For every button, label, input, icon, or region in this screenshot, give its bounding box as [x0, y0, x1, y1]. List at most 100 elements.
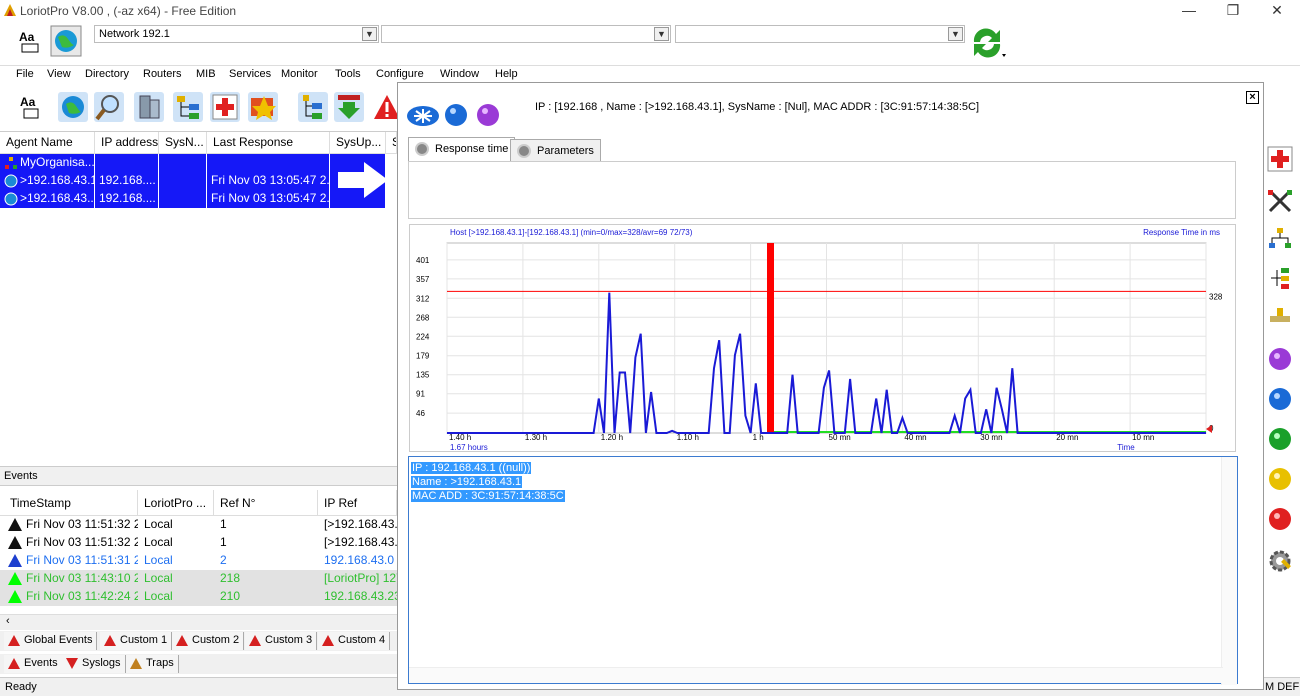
- main-toolbar: Aa: [0, 84, 400, 130]
- x-tick-label: 30 mn: [980, 433, 1002, 442]
- col-sysuptime[interactable]: SysUp...: [330, 132, 386, 154]
- tools-cross-icon[interactable]: [1267, 188, 1293, 214]
- col-ref-number[interactable]: Ref N°: [214, 490, 318, 516]
- menu-window[interactable]: Window: [440, 68, 479, 80]
- tab-panel: [408, 161, 1236, 219]
- menu-mib[interactable]: MIB: [196, 68, 216, 80]
- gear-icon[interactable]: [1267, 548, 1293, 574]
- table-row[interactable]: Fri Nov 03 11:51:32 2... Local 1 [>192.168.…: [0, 534, 397, 552]
- magnifier-icon[interactable]: [94, 92, 124, 122]
- agent-ip-cell: [95, 154, 159, 172]
- table-row[interactable]: Fri Nov 03 11:43:10 2... Local 218 [LoriotP…: [0, 570, 397, 588]
- tab-label: Syslogs: [82, 657, 121, 669]
- tab-global-events[interactable]: Global Events: [4, 632, 98, 650]
- font-icon[interactable]: Aa: [16, 27, 44, 55]
- chevron-down-icon[interactable]: ▼: [362, 27, 377, 41]
- details-hscrollbar[interactable]: [409, 667, 1223, 683]
- purple-ball-icon[interactable]: [476, 103, 500, 127]
- green-ball-icon[interactable]: [1267, 426, 1293, 452]
- menu-view[interactable]: View: [47, 68, 71, 80]
- y-tick-label: 46: [416, 409, 425, 418]
- red-ball-icon[interactable]: [1267, 506, 1293, 532]
- child-close-button[interactable]: ×: [1246, 91, 1259, 104]
- menu-directory[interactable]: Directory: [85, 68, 129, 80]
- menu-help[interactable]: Help: [495, 68, 518, 80]
- hierarchy-icon[interactable]: [298, 92, 328, 122]
- blue-ball-icon[interactable]: [444, 103, 468, 127]
- minimize-button[interactable]: —: [1167, 0, 1211, 22]
- globe-map-icon[interactable]: [58, 92, 88, 122]
- yellow-ball-icon[interactable]: [1267, 466, 1293, 492]
- host-details-box[interactable]: IP : 192.168.43.1 ((null)) Name : >192.1…: [408, 456, 1238, 685]
- table-row[interactable]: Fri Nov 03 11:51:31 2... Local 2 192.168.43…: [0, 552, 397, 570]
- details-vscrollbar[interactable]: [1221, 457, 1237, 685]
- tab-response-time[interactable]: Response time: [408, 137, 516, 161]
- col-ip-address[interactable]: IP address: [95, 132, 159, 154]
- combo-2[interactable]: ▼: [381, 25, 671, 43]
- tab-custom-1[interactable]: Custom 1: [100, 632, 173, 650]
- menu-services[interactable]: Services: [229, 68, 271, 80]
- tab-custom-3[interactable]: Custom 3: [245, 632, 318, 650]
- col-loriotpro[interactable]: LoriotPro ...: [138, 490, 214, 516]
- scroll-left-icon[interactable]: ‹: [6, 615, 10, 627]
- tab-parameters[interactable]: Parameters: [510, 139, 601, 161]
- events-header: Events: [0, 466, 397, 486]
- download-icon[interactable]: [334, 92, 364, 122]
- time-marker-bar: [767, 243, 774, 433]
- close-button[interactable]: ✕: [1255, 0, 1299, 22]
- chevron-down-icon[interactable]: ▼: [948, 27, 963, 41]
- col-sysname[interactable]: SysN...: [159, 132, 207, 154]
- event-src-cell: Local: [144, 571, 173, 585]
- server-icon[interactable]: [134, 92, 164, 122]
- custom-icon: [322, 635, 334, 646]
- tab-custom-4[interactable]: Custom 4: [318, 632, 391, 650]
- trap-icon: [130, 658, 142, 669]
- network-combo[interactable]: Network 192.1 ▼: [94, 25, 379, 43]
- menu-monitor[interactable]: Monitor: [281, 68, 318, 80]
- event-ip-cell: [>192.168.43.1: [324, 535, 397, 549]
- details-ip-line: IP : 192.168.43.1 ((null)): [411, 462, 532, 474]
- refresh-icon[interactable]: [968, 24, 1008, 60]
- warning-star-icon[interactable]: [248, 92, 278, 122]
- tree-view-icon[interactable]: [173, 92, 203, 122]
- y-tick-label: 91: [416, 390, 425, 399]
- add-host-icon[interactable]: [210, 92, 240, 122]
- col-timestamp[interactable]: TimeStamp: [0, 490, 138, 516]
- link-icon[interactable]: [1267, 304, 1293, 330]
- events-hscrollbar[interactable]: ‹: [0, 614, 397, 630]
- menu-routers[interactable]: Routers: [143, 68, 182, 80]
- restore-button[interactable]: ❐: [1211, 0, 1255, 22]
- tab-syslogs[interactable]: Syslogs: [62, 655, 126, 673]
- col-agent-name[interactable]: Agent Name: [0, 132, 95, 154]
- svg-text:Aa: Aa: [19, 30, 35, 44]
- menu-file[interactable]: File: [16, 68, 34, 80]
- branch-icon[interactable]: [1267, 266, 1293, 292]
- tab-custom-2[interactable]: Custom 2: [172, 632, 245, 650]
- globe-icon[interactable]: [50, 25, 82, 57]
- router-icon[interactable]: [406, 103, 440, 127]
- x-axis-label: Time: [1117, 443, 1135, 452]
- y-tick-label: 135: [416, 371, 430, 380]
- table-row[interactable]: Fri Nov 03 11:42:24 2... Local 210 192.168.…: [0, 588, 397, 606]
- table-row[interactable]: Fri Nov 03 11:51:32 2... Local 1 [>192.168.…: [0, 516, 397, 534]
- blue-ball-icon[interactable]: [1267, 386, 1293, 412]
- combo-3[interactable]: ▼: [675, 25, 965, 43]
- add-host-icon[interactable]: [1267, 146, 1293, 172]
- event-src-cell: Local: [144, 553, 173, 567]
- response-time-window: × IP : [192.168 , Name : [>192.168.43.1]…: [397, 82, 1264, 690]
- tab-events[interactable]: Events: [4, 655, 63, 673]
- menu-tools[interactable]: Tools: [335, 68, 361, 80]
- x-tick-label: 40 mn: [904, 433, 926, 442]
- col-ip-ref[interactable]: IP Ref: [318, 490, 397, 516]
- col-last-response[interactable]: Last Response: [207, 132, 330, 154]
- purple-ball-icon[interactable]: [1267, 346, 1293, 372]
- col-s[interactable]: S: [386, 132, 397, 154]
- agent-last-cell: [207, 154, 330, 172]
- tab-traps[interactable]: Traps: [126, 655, 179, 673]
- tab-label: Traps: [146, 657, 174, 669]
- chevron-down-icon[interactable]: ▼: [654, 27, 669, 41]
- menu-configure[interactable]: Configure: [376, 68, 424, 80]
- network-tree-icon[interactable]: [1267, 226, 1293, 252]
- details-name-line: Name : >192.168.43.1: [411, 476, 523, 488]
- font-icon[interactable]: Aa: [16, 92, 46, 122]
